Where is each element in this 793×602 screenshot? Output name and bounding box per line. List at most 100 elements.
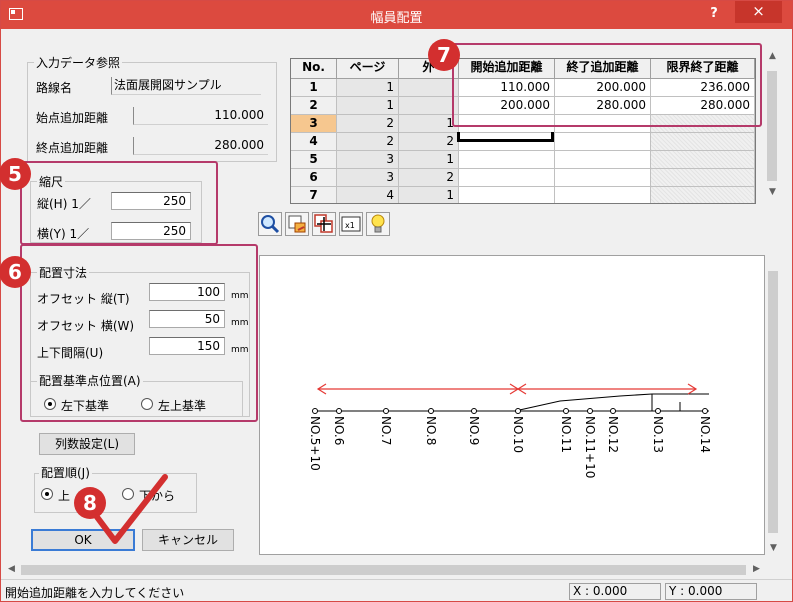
station-marker xyxy=(702,408,708,414)
grid-cell: 1 xyxy=(399,187,459,203)
scroll-right-icon[interactable]: ▶ xyxy=(753,564,760,574)
hint-button[interactable] xyxy=(366,212,390,236)
grid-cell: 2 xyxy=(337,115,399,133)
move-icon xyxy=(314,214,333,233)
start-distance-value: 110.000 xyxy=(133,107,268,125)
station-marker xyxy=(312,408,318,414)
station-label: NO.9 xyxy=(467,416,481,445)
window-title: 幅員配置 xyxy=(370,11,423,26)
annotation-box-7 xyxy=(452,43,762,127)
grid-row-header: 1 xyxy=(291,79,337,97)
grid-row-header: 3 xyxy=(291,115,337,133)
station-marker xyxy=(336,408,342,414)
grid-cell[interactable] xyxy=(555,133,651,151)
annotation-box-6 xyxy=(20,244,258,422)
step-badge-5: 5 xyxy=(0,158,31,190)
scroll-left-icon[interactable]: ◀ xyxy=(8,564,15,574)
grid-cell[interactable] xyxy=(555,151,651,169)
checkmark-icon xyxy=(94,474,168,544)
horizontal-scroll-thumb[interactable] xyxy=(21,565,746,575)
station-marker xyxy=(515,408,521,414)
grid-cell[interactable] xyxy=(459,187,555,203)
grid-scroll-up-icon[interactable]: ▲ xyxy=(769,51,776,61)
grid-cell: 1 xyxy=(337,97,399,115)
station-label: NO.10 xyxy=(511,416,525,453)
station-marker xyxy=(587,408,593,414)
canvas-scroll-thumb[interactable] xyxy=(768,271,778,533)
grid-cell[interactable] xyxy=(459,151,555,169)
actual-size-icon: x1 xyxy=(341,216,361,232)
zoom-button[interactable] xyxy=(258,212,282,236)
grid-cell: 3 xyxy=(337,169,399,187)
station-label: NO.6 xyxy=(332,416,346,445)
grid-cell: 4 xyxy=(337,187,399,203)
route-name-value: 法面展開図サンプル xyxy=(111,77,261,95)
grid-row-header: 7 xyxy=(291,187,337,203)
grid-cell[interactable] xyxy=(459,169,555,187)
canvas-scroll-down-icon[interactable]: ▼ xyxy=(770,543,777,553)
actual-size-button[interactable]: x1 xyxy=(339,212,363,236)
grid-header-cell: No. xyxy=(291,59,337,79)
grid-scroll-down-icon[interactable]: ▼ xyxy=(769,187,776,197)
grid-scroll-thumb[interactable] xyxy=(767,71,777,181)
step-badge-6: 6 xyxy=(0,256,31,288)
grid-header-cell: ページ xyxy=(337,59,399,79)
station-marker xyxy=(655,408,661,414)
grid-cell[interactable] xyxy=(555,169,651,187)
title-bar: 幅員配置 ? × xyxy=(1,1,792,29)
grid-row-header: 4 xyxy=(291,133,337,151)
grid-cell: 1 xyxy=(337,79,399,97)
end-distance-value: 280.000 xyxy=(133,137,268,155)
fit-button[interactable] xyxy=(285,212,309,236)
grid-cell[interactable] xyxy=(651,169,755,187)
grid-row-header: 2 xyxy=(291,97,337,115)
move-button[interactable] xyxy=(312,212,336,236)
grid-cell: 1 xyxy=(399,151,459,169)
grid-cell: 2 xyxy=(337,133,399,151)
grid-cell: 3 xyxy=(337,151,399,169)
grid-row-header: 5 xyxy=(291,151,337,169)
start-distance-label: 始点追加距離 xyxy=(36,111,109,125)
zoom-icon xyxy=(261,215,280,234)
station-marker xyxy=(610,408,616,414)
station-label: NO.8 xyxy=(424,416,438,445)
radio-order-top-label[interactable]: 上 xyxy=(58,487,70,504)
input-data-group-title: 入力データ参照 xyxy=(34,54,123,71)
help-button[interactable]: ? xyxy=(701,3,727,25)
close-button[interactable]: × xyxy=(735,1,782,23)
cell-edit-cursor xyxy=(457,132,554,142)
station-label: NO.12 xyxy=(606,416,620,453)
grid-cell[interactable] xyxy=(651,187,755,203)
station-label: NO.11 xyxy=(559,416,573,453)
station-label: NO.5+10 xyxy=(308,416,322,471)
grid-cell[interactable] xyxy=(555,187,651,203)
grid-cell[interactable] xyxy=(651,133,755,151)
grid-cell: 1 xyxy=(399,115,459,133)
dialog-window: 幅員配置 ? × 入力データ参照 路線名 法面展開図サンプル 始点追加距離 11… xyxy=(0,0,793,602)
station-marker xyxy=(428,408,434,414)
grid-cell xyxy=(399,97,459,115)
status-message: 開始追加距離を入力してください xyxy=(5,586,185,600)
preview-canvas[interactable]: NO.5+10 NO.6 NO.7 NO.8 NO.9 NO.10 NO.11 NO.11+1… xyxy=(259,255,765,555)
station-marker xyxy=(383,408,389,414)
hint-icon xyxy=(371,214,385,233)
status-y-coordinate: Y : 0.000 xyxy=(665,583,757,600)
station-label: NO.11+10 xyxy=(583,416,597,478)
grid-row-header: 6 xyxy=(291,169,337,187)
preview-drawing: NO.5+10 NO.6 NO.7 NO.8 NO.9 NO.10 NO.11 NO.11+1… xyxy=(308,383,712,478)
station-label: NO.7 xyxy=(379,416,393,445)
route-name-label: 路線名 xyxy=(36,81,73,95)
station-label: NO.13 xyxy=(651,416,665,453)
grid-cell[interactable] xyxy=(651,151,755,169)
fit-icon xyxy=(288,215,306,233)
grid-cell: 2 xyxy=(399,169,459,187)
column-settings-button[interactable]: 列数設定(L) xyxy=(39,433,135,455)
radio-order-top[interactable] xyxy=(41,488,53,500)
station-marker xyxy=(471,408,477,414)
svg-text:x1: x1 xyxy=(345,221,355,230)
step-badge-7: 7 xyxy=(428,39,460,71)
end-distance-label: 終点追加距離 xyxy=(36,141,109,155)
order-group-title: 配置順(J) xyxy=(39,464,92,481)
status-bar: 開始追加距離を入力してください X : 0.000 Y : 0.000 xyxy=(1,579,792,601)
annotation-box-5 xyxy=(20,161,218,245)
